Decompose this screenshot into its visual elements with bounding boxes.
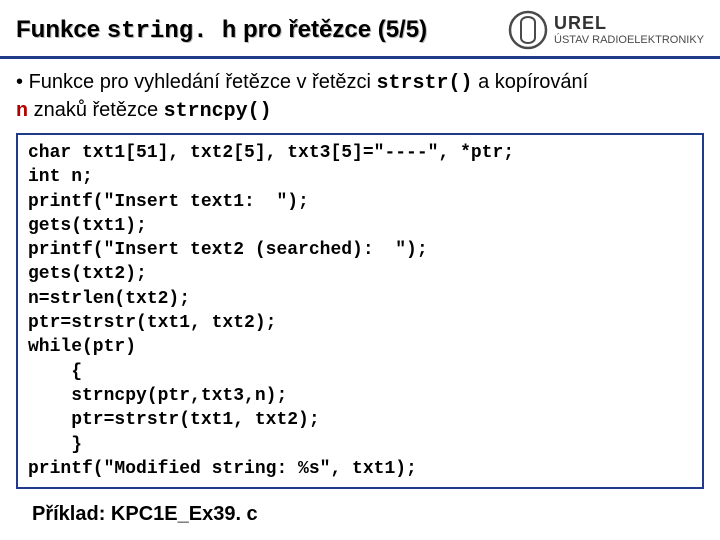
logo-text-block: UREL ÚSTAV RADIOELEKTRONIKY bbox=[554, 13, 704, 46]
code-line: strncpy(ptr,txt3,n); bbox=[28, 386, 287, 406]
code-line: printf("Insert text1: "); bbox=[28, 192, 309, 212]
code-line: while(ptr) bbox=[28, 337, 136, 357]
func-strncpy: strncpy() bbox=[164, 100, 272, 123]
slide-content: • Funkce pro vyhledání řetězce v řetězci… bbox=[0, 59, 720, 530]
example-reference: Příklad: KPC1E_Ex39. c bbox=[16, 499, 704, 530]
code-line: ptr=strstr(txt1, txt2); bbox=[28, 410, 320, 430]
description-text: • Funkce pro vyhledání řetězce v řetězci… bbox=[16, 69, 704, 125]
logo-sub: ÚSTAV RADIOELEKTRONIKY bbox=[554, 34, 704, 46]
code-line: printf("Modified string: %s", txt1); bbox=[28, 459, 417, 479]
code-line: ptr=strstr(txt1, txt2); bbox=[28, 313, 276, 333]
institution-logo: UREL ÚSTAV RADIOELEKTRONIKY bbox=[508, 10, 704, 50]
code-line: char txt1[51], txt2[5], txt3[5]="----", … bbox=[28, 143, 514, 163]
bullet-icon: • bbox=[16, 71, 23, 93]
code-line: int n; bbox=[28, 167, 93, 187]
slide-header: Funkce string. h pro řetězce (5/5) UREL … bbox=[0, 0, 720, 59]
code-line: } bbox=[28, 435, 82, 455]
code-example: char txt1[51], txt2[5], txt3[5]="----", … bbox=[16, 133, 704, 489]
desc-part2: a kopírování bbox=[473, 71, 589, 93]
func-strstr: strstr() bbox=[377, 72, 473, 95]
desc-part3: znaků řetězce bbox=[28, 99, 164, 121]
title-mono: string. h bbox=[107, 18, 237, 45]
code-line: n=strlen(txt2); bbox=[28, 289, 190, 309]
urel-logo-icon bbox=[508, 10, 548, 50]
slide-title: Funkce string. h pro řetězce (5/5) bbox=[16, 16, 508, 45]
code-line: { bbox=[28, 362, 82, 382]
desc-part1: Funkce pro vyhledání řetězce v řetězci bbox=[23, 71, 377, 93]
n-variable: n bbox=[16, 100, 28, 123]
code-line: gets(txt1); bbox=[28, 216, 147, 236]
code-line: gets(txt2); bbox=[28, 264, 147, 284]
code-line: printf("Insert text2 (searched): "); bbox=[28, 240, 428, 260]
logo-brand: UREL bbox=[554, 13, 704, 34]
title-post: pro řetězce (5/5) bbox=[236, 16, 427, 43]
title-pre: Funkce bbox=[16, 16, 107, 43]
